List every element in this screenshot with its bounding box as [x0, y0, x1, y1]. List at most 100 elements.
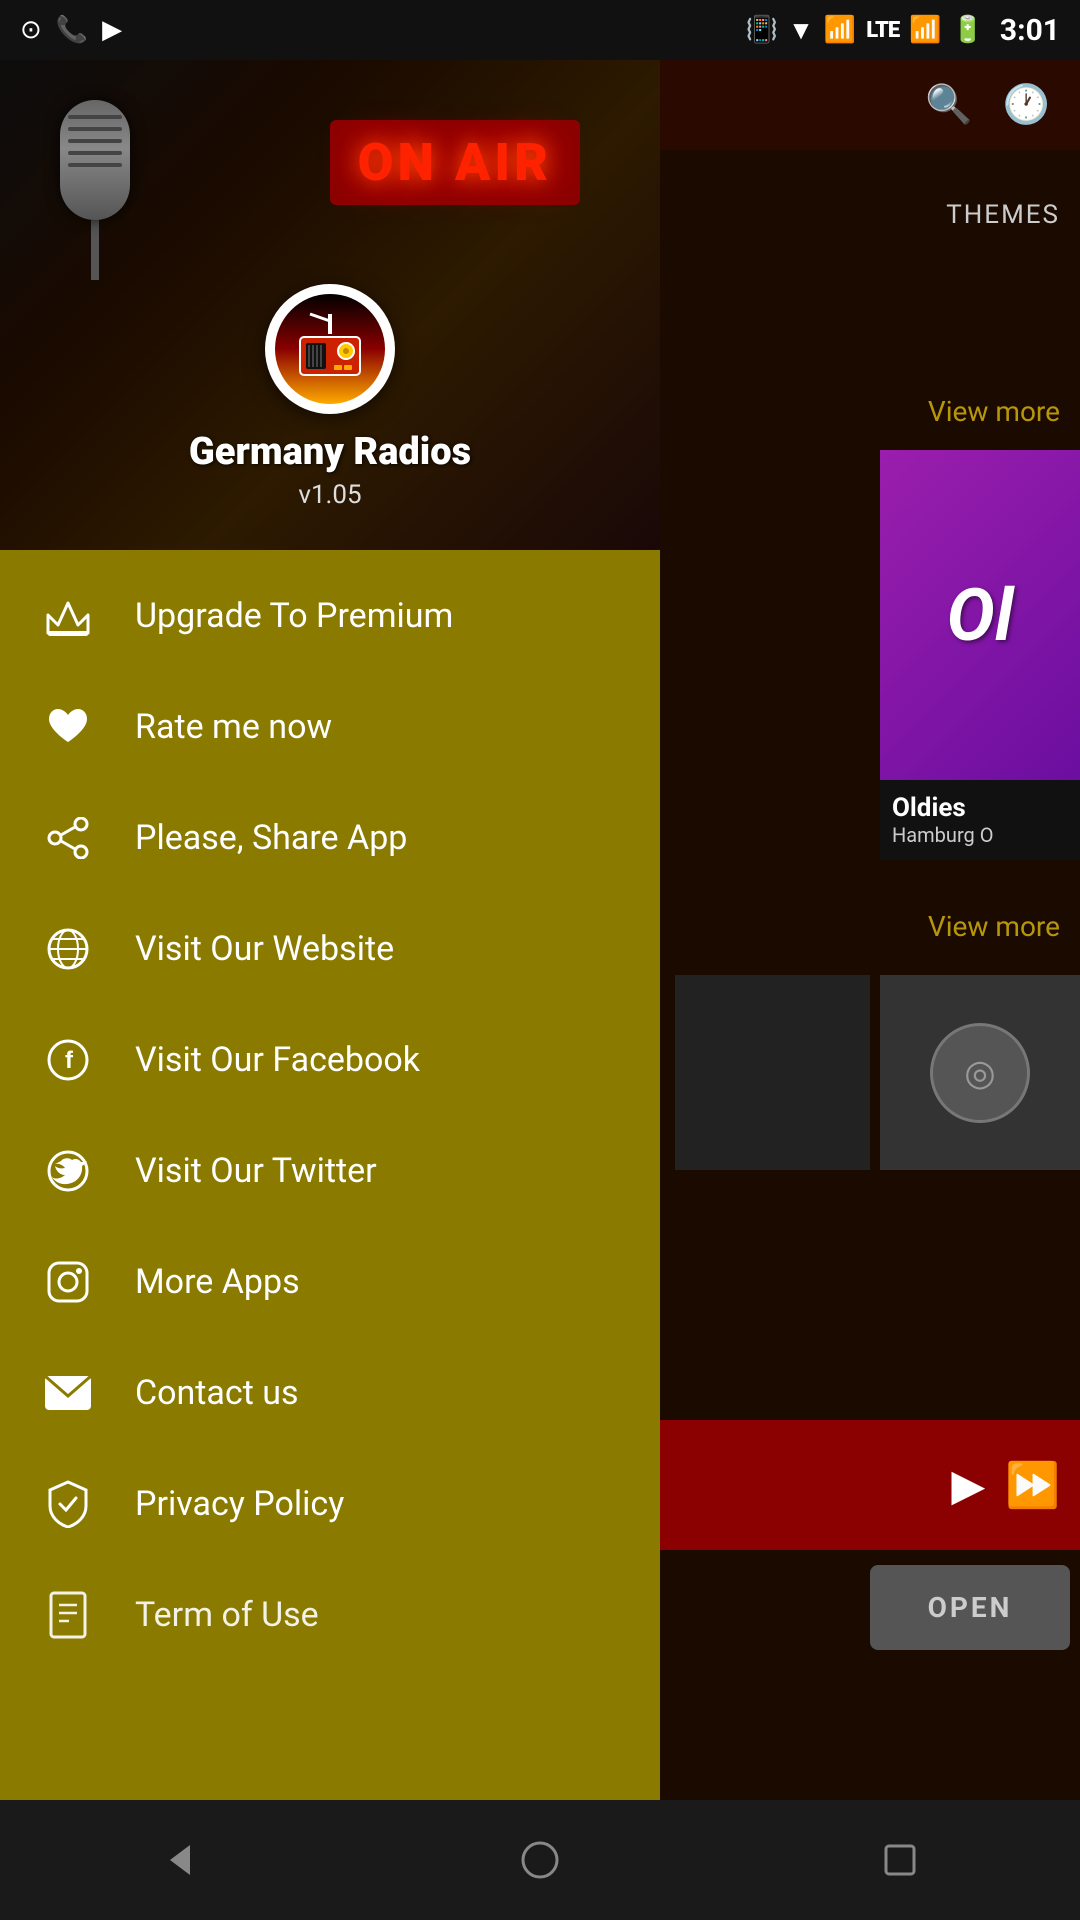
- contact-label: Contact us: [135, 1373, 299, 1413]
- twitter-svg: [45, 1148, 91, 1194]
- radio-thumbnail-1[interactable]: [675, 975, 870, 1170]
- oldies-title: Oldies: [892, 793, 1068, 823]
- crown-svg: [43, 595, 93, 637]
- wifi-icon: ▼: [788, 15, 814, 46]
- vibrate-icon: 📳: [746, 15, 778, 45]
- share-label: Please, Share App: [135, 818, 407, 858]
- play-store-icon: ▶: [102, 15, 122, 45]
- app-icon-inner: [275, 294, 385, 404]
- instagram-icon: [40, 1254, 95, 1309]
- radio-thumb-icon: ◎: [964, 1052, 995, 1094]
- search-icon[interactable]: 🔍: [925, 83, 972, 127]
- menu-item-rate[interactable]: Rate me now: [0, 671, 660, 782]
- radio-signal-icon: ⊙: [20, 15, 42, 45]
- menu-item-terms[interactable]: Term of Use: [0, 1559, 660, 1670]
- terms-label: Term of Use: [135, 1595, 319, 1635]
- battery-icon: 🔋: [952, 15, 984, 45]
- app-icon: [265, 284, 395, 414]
- open-button[interactable]: OPEN: [870, 1565, 1070, 1650]
- clock-icon[interactable]: 🕐: [1003, 83, 1050, 127]
- mail-svg: [43, 1374, 93, 1412]
- mic-stand: [91, 220, 99, 280]
- nav-recents-button[interactable]: [860, 1820, 940, 1900]
- radio-thumbnail-2[interactable]: ◎: [880, 975, 1080, 1170]
- themes-label: THEMES: [946, 200, 1060, 230]
- coil-1: [68, 115, 122, 119]
- radio-card-ol-text: Ol: [947, 573, 1014, 658]
- document-icon: [40, 1587, 95, 1642]
- twitter-icon: [40, 1143, 95, 1198]
- mic-head: [60, 100, 130, 220]
- menu-item-website[interactable]: Visit Our Website: [0, 893, 660, 1004]
- navigation-bar: [0, 1800, 1080, 1920]
- on-air-text: ON AIR: [358, 132, 552, 193]
- status-bar: ⊙ 📞 ▶ 📳 ▼ 📶 LTE 📶 🔋 3:01: [0, 0, 1080, 60]
- menu-item-privacy[interactable]: Privacy Policy: [0, 1448, 660, 1559]
- status-time: 3:01: [1000, 13, 1060, 48]
- menu-item-facebook[interactable]: f Visit Our Facebook: [0, 1004, 660, 1115]
- more-apps-label: More Apps: [135, 1262, 300, 1302]
- coil-2: [68, 127, 122, 131]
- mail-icon: [40, 1365, 95, 1420]
- fast-forward-button[interactable]: ⏩: [1005, 1459, 1060, 1511]
- radio-card-purple[interactable]: Ol: [880, 450, 1080, 780]
- on-air-sign: ON AIR: [330, 120, 580, 205]
- drawer: ON AIR: [0, 60, 660, 1920]
- menu-item-upgrade[interactable]: Upgrade To Premium: [0, 560, 660, 671]
- app-title: Germany Radios: [189, 430, 471, 474]
- share-icon: [40, 810, 95, 865]
- radio-thumb-circle: ◎: [930, 1023, 1030, 1123]
- menu-item-share[interactable]: Please, Share App: [0, 782, 660, 893]
- heart-svg: [45, 706, 91, 748]
- coil-3: [68, 139, 122, 143]
- lte-icon: LTE: [866, 18, 899, 43]
- mic-coils: [60, 115, 130, 167]
- facebook-label: Visit Our Facebook: [135, 1040, 420, 1080]
- shield-icon: [40, 1476, 95, 1531]
- app-version: v1.05: [298, 480, 361, 510]
- recents-icon: [880, 1840, 920, 1880]
- radio-card-oldies[interactable]: Oldies Hamburg O: [880, 780, 1080, 860]
- microphone-decoration: [60, 100, 130, 280]
- status-right-icons: 📳 ▼ 📶 LTE 📶 🔋 3:01: [746, 13, 1060, 48]
- crown-icon: [40, 588, 95, 643]
- coil-4: [68, 151, 122, 155]
- instagram-svg: [45, 1259, 91, 1305]
- status-left-icons: ⊙ 📞 ▶: [20, 15, 122, 45]
- drawer-content: ON AIR: [0, 60, 660, 1920]
- upgrade-label: Upgrade To Premium: [135, 596, 453, 636]
- facebook-icon: f: [40, 1032, 95, 1087]
- drawer-menu: Upgrade To Premium Rate me now: [0, 550, 660, 1920]
- coil-5: [68, 163, 122, 167]
- svg-text:f: f: [65, 1047, 74, 1074]
- back-icon: [160, 1840, 200, 1880]
- view-more-1[interactable]: View more: [928, 395, 1060, 428]
- shield-svg: [46, 1480, 90, 1528]
- drawer-header: ON AIR: [0, 60, 660, 550]
- document-svg: [47, 1591, 89, 1639]
- rate-label: Rate me now: [135, 707, 332, 747]
- view-more-2[interactable]: View more: [928, 910, 1060, 943]
- menu-item-twitter[interactable]: Visit Our Twitter: [0, 1115, 660, 1226]
- globe-svg: [45, 926, 91, 972]
- right-toolbar: 🔍 🕐: [630, 60, 1080, 150]
- hamburg-subtitle: Hamburg O: [892, 823, 1068, 847]
- signal-icon: 📶: [909, 15, 941, 45]
- menu-item-more-apps[interactable]: More Apps: [0, 1226, 660, 1337]
- globe-icon: [40, 921, 95, 976]
- nav-back-button[interactable]: [140, 1820, 220, 1900]
- website-label: Visit Our Website: [135, 929, 394, 969]
- home-icon: [520, 1840, 560, 1880]
- heart-icon: [40, 699, 95, 754]
- nav-home-button[interactable]: [500, 1820, 580, 1900]
- radio-icon-svg: [290, 309, 370, 389]
- share-svg: [45, 817, 91, 859]
- open-button-label: OPEN: [928, 1591, 1013, 1624]
- twitter-label: Visit Our Twitter: [135, 1151, 377, 1191]
- menu-item-contact[interactable]: Contact us: [0, 1337, 660, 1448]
- play-button[interactable]: ▶: [951, 1459, 985, 1511]
- privacy-label: Privacy Policy: [135, 1484, 344, 1524]
- facebook-svg: f: [45, 1037, 91, 1083]
- network-icon: 📶: [824, 15, 856, 45]
- phone-icon: 📞: [56, 15, 88, 45]
